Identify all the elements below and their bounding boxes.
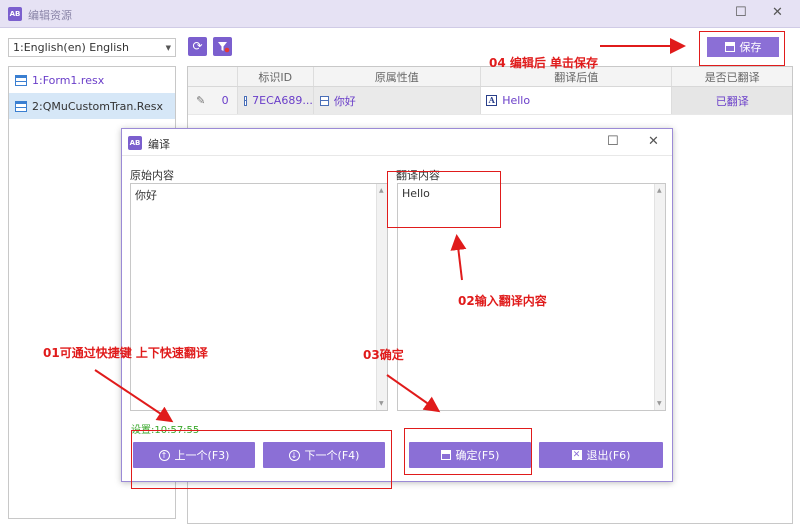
arrow-to-confirm [386, 374, 441, 413]
arrow-to-nav [94, 369, 174, 423]
annotation-arrows [94, 38, 686, 423]
arrow-to-translated [450, 234, 467, 281]
